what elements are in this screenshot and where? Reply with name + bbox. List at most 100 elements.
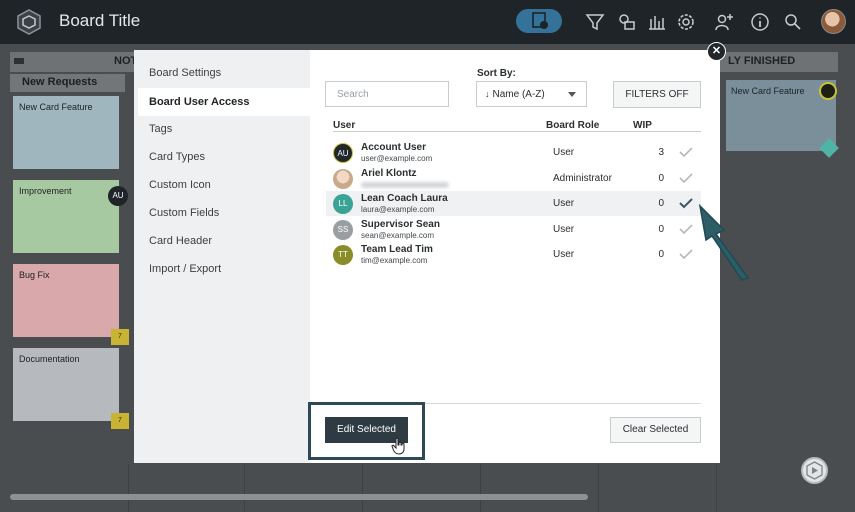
sort-value: Name (A-Z) [492,89,545,100]
sort-select[interactable]: ↓ Name (A-Z) [476,81,587,107]
column-header-board-role: Board Role [546,120,600,131]
user-role: User [553,198,575,209]
card-avatar-badge: AU [108,186,128,206]
lane-header: NOT [10,52,137,72]
chevron-down-icon [568,92,576,97]
search-icon[interactable] [782,11,804,33]
sidebar-item-card-types[interactable]: Card Types [149,151,205,167]
column-header-wip: WIP [633,120,652,131]
avatar: AU [333,143,353,163]
avatar: LL [333,194,353,214]
user-name: Supervisor Sean [361,219,440,230]
card-title: Bug Fix [19,270,50,280]
board-view-icon[interactable] [529,10,551,32]
sidebar-item-custom-fields[interactable]: Custom Fields [149,207,219,223]
horizontal-scrollbar[interactable] [10,494,588,500]
board-card[interactable]: Documentation [13,348,119,421]
card-avatar-badge [819,82,837,100]
collapse-icon[interactable] [14,58,24,64]
table-row[interactable]: AU Account User user@example.com User 3 [326,140,701,165]
lane-header-right: LY FINISHED [714,52,838,72]
user-email: tim@example.com [361,256,428,265]
board-card[interactable]: New Card Feature [13,96,119,169]
user-role: User [553,249,575,260]
card-title: Improvement [19,186,72,196]
card-title: Documentation [19,354,80,364]
user-name: Lean Coach Laura [361,193,448,204]
info-icon[interactable] [749,11,771,33]
column-divider [598,464,599,512]
user-email-redacted [361,182,449,188]
calendar-icon: 7 [111,413,129,429]
user-role: User [553,147,575,158]
table-row[interactable]: SS Supervisor Sean sean@example.com User… [326,217,701,242]
user-role: User [553,224,575,235]
user-email: user@example.com [361,154,433,163]
column-header-user: User [333,120,356,131]
close-icon: ✕ [711,45,722,57]
table-row-selected[interactable]: LL Lean Coach Laura laura@example.com Us… [326,191,701,216]
sidebar-item-import-export[interactable]: Import / Export [149,263,221,279]
column-divider [716,464,717,512]
add-user-icon[interactable] [713,11,735,33]
column-divider [362,464,363,512]
user-name: Account User [361,142,427,153]
table-row[interactable]: Ariel Klontz Administrator 0 [326,166,701,191]
play-icon [806,461,823,480]
sort-by-label: Sort By: [477,68,516,79]
card-types-icon[interactable] [616,11,638,33]
user-name: Team Lead Tim [361,244,433,255]
check-icon[interactable] [678,196,694,210]
close-modal-button[interactable]: ✕ [707,42,726,61]
card-title: New Card Feature [19,102,93,112]
filters-toggle-button[interactable]: FILTERS OFF [613,81,701,108]
sidebar-item-board-user-access[interactable]: Board User Access [149,96,249,112]
check-icon[interactable] [678,247,694,261]
check-icon[interactable] [678,171,694,185]
board-card[interactable]: Bug Fix [13,264,119,337]
play-button[interactable] [801,457,828,484]
settings-icon[interactable] [675,11,697,33]
top-bar: Board Title [0,0,855,44]
app-logo-icon[interactable] [16,9,42,35]
user-wip: 0 [658,249,664,260]
table-row[interactable]: TT Team Lead Tim tim@example.com User 0 [326,242,701,267]
column-header: New Requests [10,74,125,92]
calendar-icon: 7 [111,329,129,345]
user-wip: 0 [658,198,664,209]
user-wip: 0 [658,224,664,235]
avatar: TT [333,245,353,265]
sort-az-icon: ↓ [485,89,490,99]
sidebar-item-tags[interactable]: Tags [149,123,172,139]
user-name: Ariel Klontz [361,168,417,179]
board-card[interactable]: Improvement [13,180,119,253]
check-icon[interactable] [678,222,694,236]
avatar [333,169,353,189]
lane-title: LY FINISHED [728,55,796,67]
avatar: SS [333,220,353,240]
column-divider [244,464,245,512]
filter-icon[interactable] [584,11,606,33]
user-wip: 3 [658,147,664,158]
annotation-arrow-icon [698,203,750,281]
column-divider [128,464,129,512]
card-title: New Card Feature [731,86,805,96]
user-avatar[interactable] [821,9,846,34]
user-email: laura@example.com [361,205,435,214]
search-input[interactable]: Search [325,81,449,107]
sidebar-item-custom-icon[interactable]: Custom Icon [149,179,211,195]
clear-selected-button[interactable]: Clear Selected [610,417,701,443]
sidebar-item-card-header[interactable]: Card Header [149,235,212,251]
settings-sidebar: Board Settings Board User Access Tags Ca… [134,50,310,463]
user-email: sean@example.com [361,231,435,240]
sidebar-item-board-settings[interactable]: Board Settings [149,67,221,83]
column-title: New Requests [22,76,98,88]
user-wip: 0 [658,173,664,184]
check-icon[interactable] [678,145,694,159]
header-divider [333,131,701,132]
hand-cursor-icon [391,437,405,455]
board-title: Board Title [59,11,141,30]
analytics-icon[interactable] [646,11,668,33]
column-divider [480,464,481,512]
user-role: Administrator [553,173,612,184]
